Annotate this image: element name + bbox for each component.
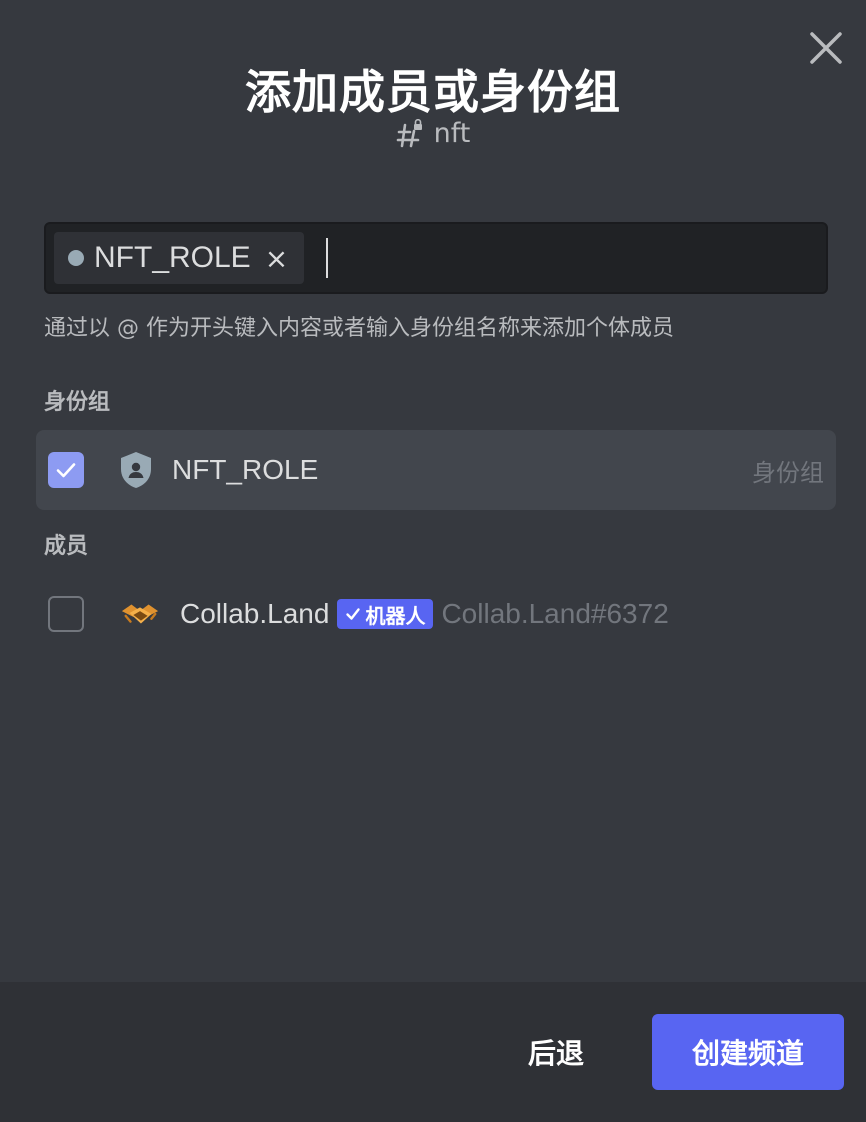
search-hint: 通过以 @ 作为开头键入内容或者输入身份组名称来添加个体成员: [44, 316, 674, 341]
check-icon: [56, 463, 76, 478]
role-checkbox[interactable]: [48, 452, 84, 488]
members-section-header: 成员: [44, 534, 89, 559]
role-color-dot: [68, 250, 84, 266]
member-info: Collab.Land 机器人 Collab.Land#6372: [180, 598, 669, 630]
member-row[interactable]: Collab.Land 机器人 Collab.Land#6372: [36, 574, 836, 654]
role-name: NFT_ROLE: [172, 454, 319, 485]
add-members-modal: 添加成员或身份组 nft NFT_ROLE × 通过以 @ 作为开头键入内容或者…: [0, 0, 866, 1122]
role-shield-icon: [116, 450, 156, 490]
member-tag: Collab.Land#6372: [441, 598, 669, 629]
roles-section-header: 身份组: [44, 390, 111, 415]
bot-badge-label: 机器人: [365, 603, 426, 628]
selected-role-chip: NFT_ROLE ×: [54, 232, 305, 284]
channel-name: nft: [433, 118, 471, 149]
chip-remove-button[interactable]: ×: [265, 242, 288, 275]
channel-subtitle: nft: [0, 118, 866, 149]
role-row[interactable]: NFT_ROLE 身份组: [36, 430, 836, 510]
member-search-box[interactable]: NFT_ROLE ×: [44, 222, 828, 294]
hashtag-lock-icon: [396, 118, 422, 147]
chip-label: NFT_ROLE: [94, 241, 251, 274]
member-checkbox[interactable]: [48, 596, 84, 632]
back-button[interactable]: 后退: [508, 1014, 604, 1090]
check-icon: [346, 608, 361, 620]
modal-footer: 后退 创建频道: [0, 982, 866, 1122]
member-name: Collab.Land: [180, 598, 330, 629]
create-channel-button[interactable]: 创建频道: [652, 1014, 844, 1090]
text-caret: [326, 238, 329, 278]
bot-badge: 机器人: [337, 599, 434, 629]
collab-land-avatar: [120, 594, 160, 634]
search-input[interactable]: [334, 233, 826, 283]
role-type-label: 身份组: [752, 458, 824, 487]
modal-title: 添加成员或身份组: [245, 65, 621, 119]
